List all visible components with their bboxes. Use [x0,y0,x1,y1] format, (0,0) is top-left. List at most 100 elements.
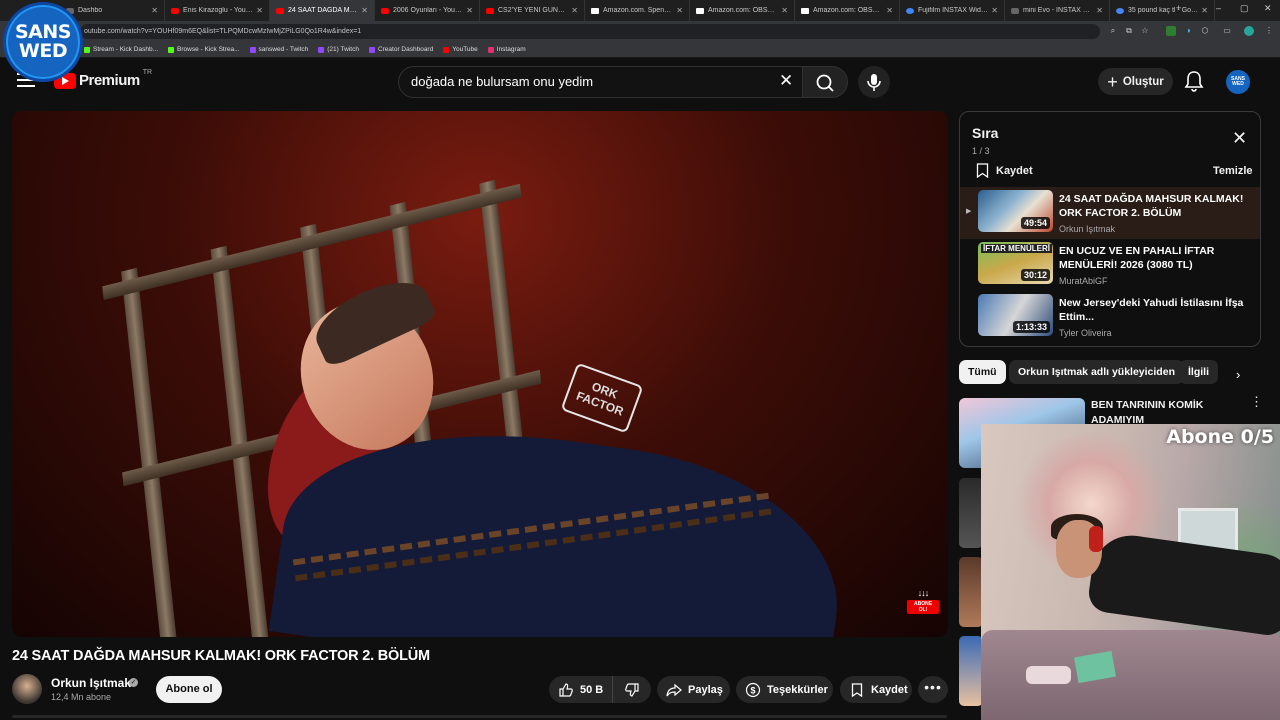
browser-tab[interactable]: CS2'YE YENİ GÜNCELLEM✕ [480,0,585,21]
profile-icon[interactable] [1244,26,1254,36]
subscribe-button[interactable]: Abone ol [156,676,222,703]
chip-related[interactable]: İlgili [1179,360,1218,384]
share-button[interactable]: Paylaş [657,676,730,703]
new-tab-icon[interactable]: + [1176,3,1181,13]
queue-item[interactable]: ▶ 49:54 24 SAAT DAĞDA MAHSUR KALMAK! ORK… [960,187,1260,239]
browser-tab[interactable]: 2006 Oyunları - YouTube ✕ [375,0,480,21]
extension-icon[interactable] [1166,26,1176,36]
queue-clear-button[interactable]: Temizle [1213,165,1253,177]
close-tab-icon[interactable]: ✕ [256,6,263,15]
minimize-icon[interactable]: – [1216,3,1221,13]
search-input[interactable]: doğada ne bulursam onu yedim [398,66,806,98]
queue-save-button[interactable]: Kaydet [976,163,1033,178]
bookmark-star-icon[interactable]: ☆ [1140,26,1150,36]
channel-name[interactable]: Orkun Işıtmak [51,676,131,690]
close-tab-icon[interactable]: ✕ [781,6,788,15]
close-tab-icon[interactable]: ✕ [571,6,578,15]
browser-tab[interactable]: Fujifilm INSTAX Wide Evo✕ [900,0,1005,21]
youtube-premium-logo[interactable]: Premium TR [54,69,152,89]
like-button[interactable]: 50 B [549,676,613,703]
tab-favicon-icon [381,7,389,14]
chevron-right-icon[interactable]: › [1236,367,1240,382]
tab-title: 2006 Oyunları - YouTube [393,7,464,14]
close-window-icon[interactable]: ✕ [1264,3,1272,14]
tab-title: CS2'YE YENİ GÜNCELLEM [498,7,568,14]
suggestion-thumbnail[interactable] [959,478,983,548]
close-tab-icon[interactable]: ✕ [676,6,683,15]
close-tab-icon[interactable]: ✕ [466,6,473,15]
browser-tab[interactable]: Enis Kirazoglu - YouTube✕ [165,0,270,21]
queue-position: 1 / 3 [972,146,990,156]
close-tab-icon[interactable]: ✕ [991,6,998,15]
browser-tab[interactable]: mini Evo - INSTAX by Fuji✕ [1005,0,1110,21]
bookmark-item[interactable]: (21) Twitch [318,46,359,53]
queue-item[interactable]: İFTAR MENÜLERİ 30:12 EN UCUZ VE EN PAHAL… [960,239,1260,291]
thanks-button[interactable]: $ Teşekkürler [736,676,833,703]
queue-thumbnail: 49:54 [978,190,1053,232]
bookmark-item[interactable]: Creator Dashboard [368,46,433,53]
extensions-puzzle-icon[interactable]: ⬡ [1200,26,1210,36]
bookmark-item[interactable]: sanswed - Twitch [249,46,308,53]
suggestion-thumbnail[interactable] [959,557,983,627]
tab-favicon-icon [1116,7,1124,14]
close-tab-icon[interactable]: ✕ [886,6,893,15]
close-tab-icon[interactable]: ✕ [361,6,368,15]
account-avatar[interactable]: SANS WED [1226,70,1250,94]
zoom-icon[interactable]: ⌕ [1108,26,1118,36]
tab-title: 24 SAAT DAĞDA MAH [288,7,359,14]
bookmark-item[interactable]: YouTube [443,46,478,53]
tab-title: mini Evo - INSTAX by Fuji [1023,7,1093,14]
browser-tab[interactable]: Amazon.com: OBSBOT Ti✕ [795,0,900,21]
close-queue-icon[interactable]: ✕ [1232,129,1247,147]
verified-check-icon: ✓ [129,678,138,687]
sidebar-icon[interactable]: ▭ [1222,26,1232,36]
queue-thumbnail: 1:13:33 [978,294,1053,336]
notifications-button[interactable] [1184,70,1204,92]
maximize-icon[interactable]: ▢ [1240,3,1249,14]
browser-tab[interactable]: 35 pound kaç tl - Google ✕ [1110,0,1215,21]
close-tab-icon[interactable]: ✕ [1201,6,1208,15]
bookmark-item[interactable]: Instagram [487,46,526,53]
suggestion-menu-icon[interactable]: ⋮ [1250,395,1263,408]
twitch-icon [249,46,256,53]
search-button[interactable] [802,66,848,98]
bookmark-item[interactable]: Browse - Kick Strea... [168,46,240,53]
chip-all[interactable]: Tümü [959,360,1006,384]
svg-text:$: $ [750,685,755,695]
dislike-button[interactable] [613,676,651,703]
browser-tab[interactable]: Dashbo ✕ [60,0,165,21]
bookmark-item[interactable]: Stream - Kick Dashb... [84,46,158,53]
page-bottom-edge [0,714,981,720]
clear-search-icon[interactable]: ✕ [779,71,793,91]
install-icon[interactable]: ⧉ [1124,26,1134,36]
url-field[interactable]: outube.com/watch?v=YOUHf09m6EQ&list=TLPQ… [80,24,1100,39]
channel-avatar[interactable] [12,674,42,704]
kick-icon [84,46,90,53]
close-tab-icon[interactable]: ✕ [1096,6,1103,15]
browser-tab[interactable]: 24 SAAT DAĞDA MAH ✕ [270,0,375,21]
create-button[interactable]: + Oluştur [1098,68,1173,95]
browser-menu-icon[interactable]: ⋮ [1264,26,1274,36]
video-player[interactable]: ORK FACTOR ↓↓↓ ABONE OL! [12,111,948,637]
tab-favicon-icon [696,7,704,14]
youtube-icon [443,46,450,53]
queue-item[interactable]: 1:13:33 New Jersey'deki Yahudi İstilasın… [960,291,1260,343]
tab-favicon-icon [801,7,809,14]
tab-favicon-icon [591,7,599,14]
streamer-webcam-overlay: Abone 0/5 [981,424,1280,720]
browser-tab[interactable]: Amazon.com. Spend less.✕ [585,0,690,21]
close-tab-icon[interactable]: ✕ [151,6,158,15]
subscribe-watermark[interactable]: ↓↓↓ ABONE OL! [907,589,939,621]
browser-tab[interactable]: Amazon.com: OBSBOT M✕ [690,0,795,21]
save-button[interactable]: Kaydet [840,676,912,703]
voice-search-button[interactable] [858,66,890,98]
plus-icon: + [1107,71,1118,92]
now-playing-icon: ▶ [966,208,972,215]
queue-panel: Sıra 1 / 3 ✕ Kaydet Temizle ▶ 49:54 24 S… [959,111,1261,347]
instagram-icon [487,46,494,53]
chip-from-uploader[interactable]: Orkun Işıtmak adlı yükleyiciden [1009,360,1184,384]
suggestion-thumbnail[interactable] [959,636,983,706]
media-icon[interactable]: ◗ [1184,26,1194,36]
tab-title: Amazon.com: OBSBOT Ti [813,7,883,14]
more-actions-icon[interactable]: ••• [918,676,948,703]
